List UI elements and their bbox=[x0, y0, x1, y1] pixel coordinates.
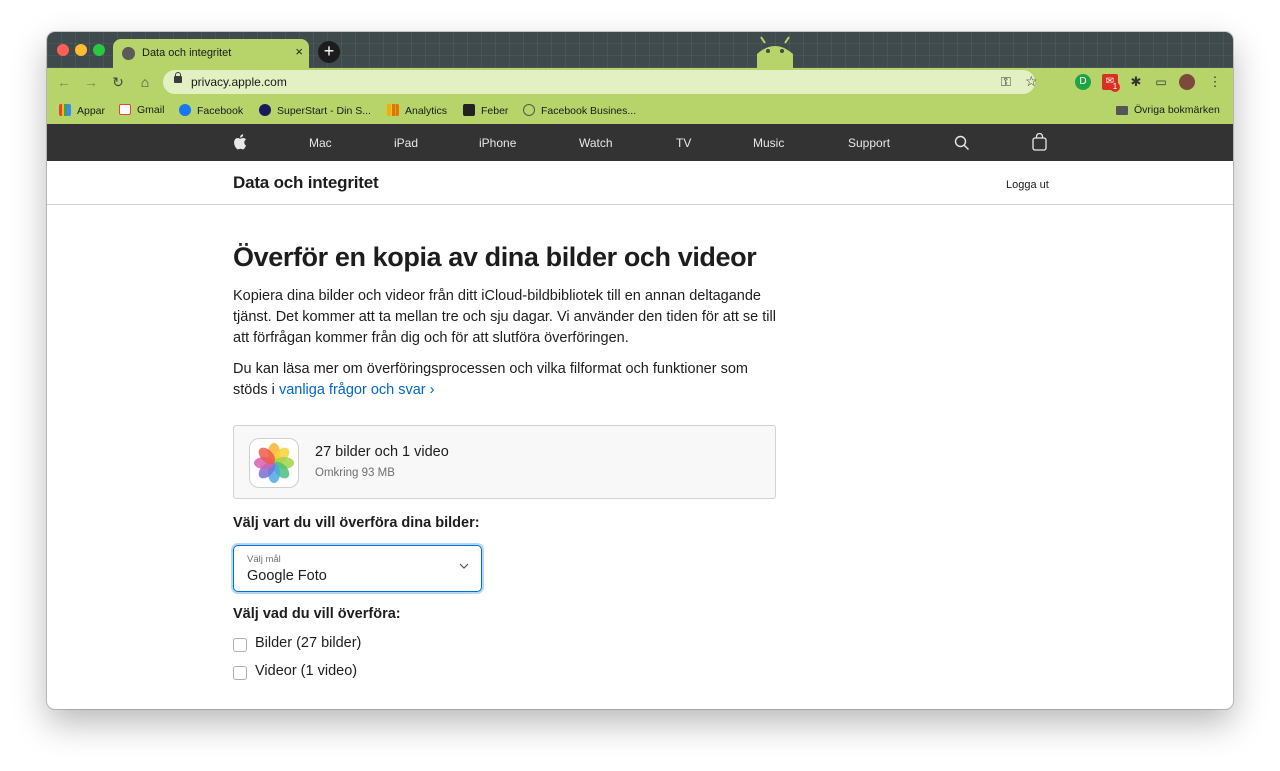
select-value: Google Foto bbox=[247, 568, 327, 584]
back-arrow-icon[interactable]: ← bbox=[55, 73, 73, 91]
logout-link[interactable]: Logga ut bbox=[1006, 179, 1049, 191]
page-title: Överför en kopia av dina bilder och vide… bbox=[233, 242, 757, 272]
cast-icon[interactable]: ▭ bbox=[1153, 74, 1169, 90]
browser-toolbar: ← → ↻ ⌂ privacy.apple.com ⚿ ☆ D ✉ 1 ✱ ▭ … bbox=[47, 68, 1233, 96]
extension-green-icon[interactable]: D bbox=[1075, 74, 1091, 90]
bookmark-facebook[interactable]: Facebook bbox=[179, 104, 243, 117]
facebook-icon bbox=[179, 104, 191, 116]
extensions-puzzle-icon[interactable]: ✱ bbox=[1128, 74, 1144, 90]
bookmark-label: Gmail bbox=[137, 104, 165, 116]
select-label: Välj mål bbox=[247, 554, 281, 565]
info-paragraph: Du kan läsa mer om överföringsprocessen … bbox=[233, 359, 778, 401]
page-subheader: Data och integritet Logga ut bbox=[47, 161, 1233, 205]
videos-checkbox[interactable] bbox=[233, 666, 247, 680]
profile-avatar[interactable] bbox=[1179, 74, 1195, 90]
apps-grid-icon bbox=[59, 104, 71, 116]
bookmark-label: Feber bbox=[481, 105, 509, 117]
nav-ipad[interactable]: iPad bbox=[394, 136, 418, 150]
library-summary-card: 27 bilder och 1 video Omkring 93 MB bbox=[233, 425, 776, 499]
search-icon[interactable] bbox=[954, 135, 970, 151]
bookmark-appar[interactable]: Appar bbox=[59, 104, 105, 117]
content-type-label: Välj vad du vill överföra: bbox=[233, 606, 401, 622]
mail-badge: 1 bbox=[1110, 82, 1120, 92]
library-size: Omkring 93 MB bbox=[315, 467, 395, 479]
tab-close-icon[interactable]: × bbox=[295, 45, 303, 59]
reload-icon[interactable]: ↻ bbox=[109, 73, 127, 91]
browser-tab[interactable]: Data och integritet × bbox=[113, 39, 309, 68]
tab-title: Data och integritet bbox=[142, 47, 232, 59]
apple-global-nav: Mac iPad iPhone Watch TV Music Support bbox=[47, 124, 1233, 161]
bookmark-feber[interactable]: Feber bbox=[463, 104, 508, 117]
intro-paragraph: Kopiera dina bilder och videor från ditt… bbox=[233, 288, 776, 346]
nav-music[interactable]: Music bbox=[753, 136, 784, 150]
faq-link[interactable]: vanliga frågor och svar › bbox=[279, 382, 435, 398]
new-tab-button[interactable]: + bbox=[318, 41, 340, 63]
destination-label: Välj vart du vill överföra dina bilder: bbox=[233, 515, 480, 531]
android-theme-icon bbox=[757, 36, 793, 68]
url-text: privacy.apple.com bbox=[191, 75, 287, 89]
window-minimize-button[interactable] bbox=[75, 44, 87, 56]
bookmark-label: SuperStart - Din S... bbox=[277, 105, 371, 117]
star-bookmark-icon[interactable]: ☆ bbox=[1025, 73, 1038, 90]
more-menu-icon[interactable]: ⋮ bbox=[1207, 74, 1223, 90]
nav-tv[interactable]: TV bbox=[676, 136, 691, 150]
other-bookmarks[interactable]: Övriga bokmärken bbox=[1116, 104, 1220, 116]
tab-strip: Data och integritet × + bbox=[47, 32, 1233, 68]
shopping-bag-icon[interactable] bbox=[1032, 133, 1047, 151]
bookmark-label: Facebook Busines... bbox=[541, 105, 637, 117]
key-icon[interactable]: ⚿ bbox=[1001, 74, 1011, 90]
browser-window: Data och integritet × + ← → ↻ ⌂ privacy.… bbox=[47, 32, 1233, 709]
bookmark-gmail[interactable]: Gmail bbox=[119, 104, 164, 116]
superstart-icon bbox=[259, 104, 271, 116]
photos-checkbox-label[interactable]: Bilder (27 bilder) bbox=[255, 635, 361, 651]
bookmark-label: Appar bbox=[77, 105, 106, 117]
window-maximize-button[interactable] bbox=[93, 44, 105, 56]
nav-mac[interactable]: Mac bbox=[309, 136, 332, 150]
apple-logo-icon[interactable] bbox=[233, 134, 247, 150]
bookmarks-bar: Appar Gmail Facebook SuperStart - Din S.… bbox=[47, 96, 1233, 124]
chevron-down-icon bbox=[459, 563, 469, 569]
globe-icon bbox=[122, 47, 135, 60]
photos-checkbox[interactable] bbox=[233, 638, 247, 652]
destination-select[interactable]: Välj mål Google Foto bbox=[233, 545, 482, 592]
window-close-button[interactable] bbox=[57, 44, 69, 56]
videos-checkbox-label[interactable]: Videor (1 video) bbox=[255, 663, 357, 679]
nav-support[interactable]: Support bbox=[848, 136, 890, 150]
forward-arrow-icon[interactable]: → bbox=[82, 73, 100, 91]
other-bookmarks-label: Övriga bokmärken bbox=[1134, 104, 1220, 116]
bookmark-label: Facebook bbox=[197, 105, 244, 117]
feber-icon bbox=[463, 104, 475, 116]
bookmark-label: Analytics bbox=[405, 105, 448, 117]
library-count: 27 bilder och 1 video bbox=[315, 444, 449, 460]
bookmark-analytics[interactable]: Analytics bbox=[387, 104, 447, 117]
nav-iphone[interactable]: iPhone bbox=[479, 136, 516, 150]
nav-watch[interactable]: Watch bbox=[579, 136, 613, 150]
facebook-business-icon bbox=[523, 104, 535, 116]
analytics-icon bbox=[387, 104, 399, 116]
home-icon[interactable]: ⌂ bbox=[136, 73, 154, 91]
bookmark-facebook-business[interactable]: Facebook Busines... bbox=[523, 104, 636, 117]
folder-icon bbox=[1116, 106, 1128, 115]
gmail-icon bbox=[119, 104, 131, 115]
page-section-title: Data och integritet bbox=[233, 173, 379, 192]
bookmark-superstart[interactable]: SuperStart - Din S... bbox=[259, 104, 371, 117]
lock-icon bbox=[174, 72, 182, 83]
address-bar[interactable]: privacy.apple.com ⚿ ☆ bbox=[163, 70, 1038, 94]
photos-app-icon bbox=[249, 438, 299, 488]
